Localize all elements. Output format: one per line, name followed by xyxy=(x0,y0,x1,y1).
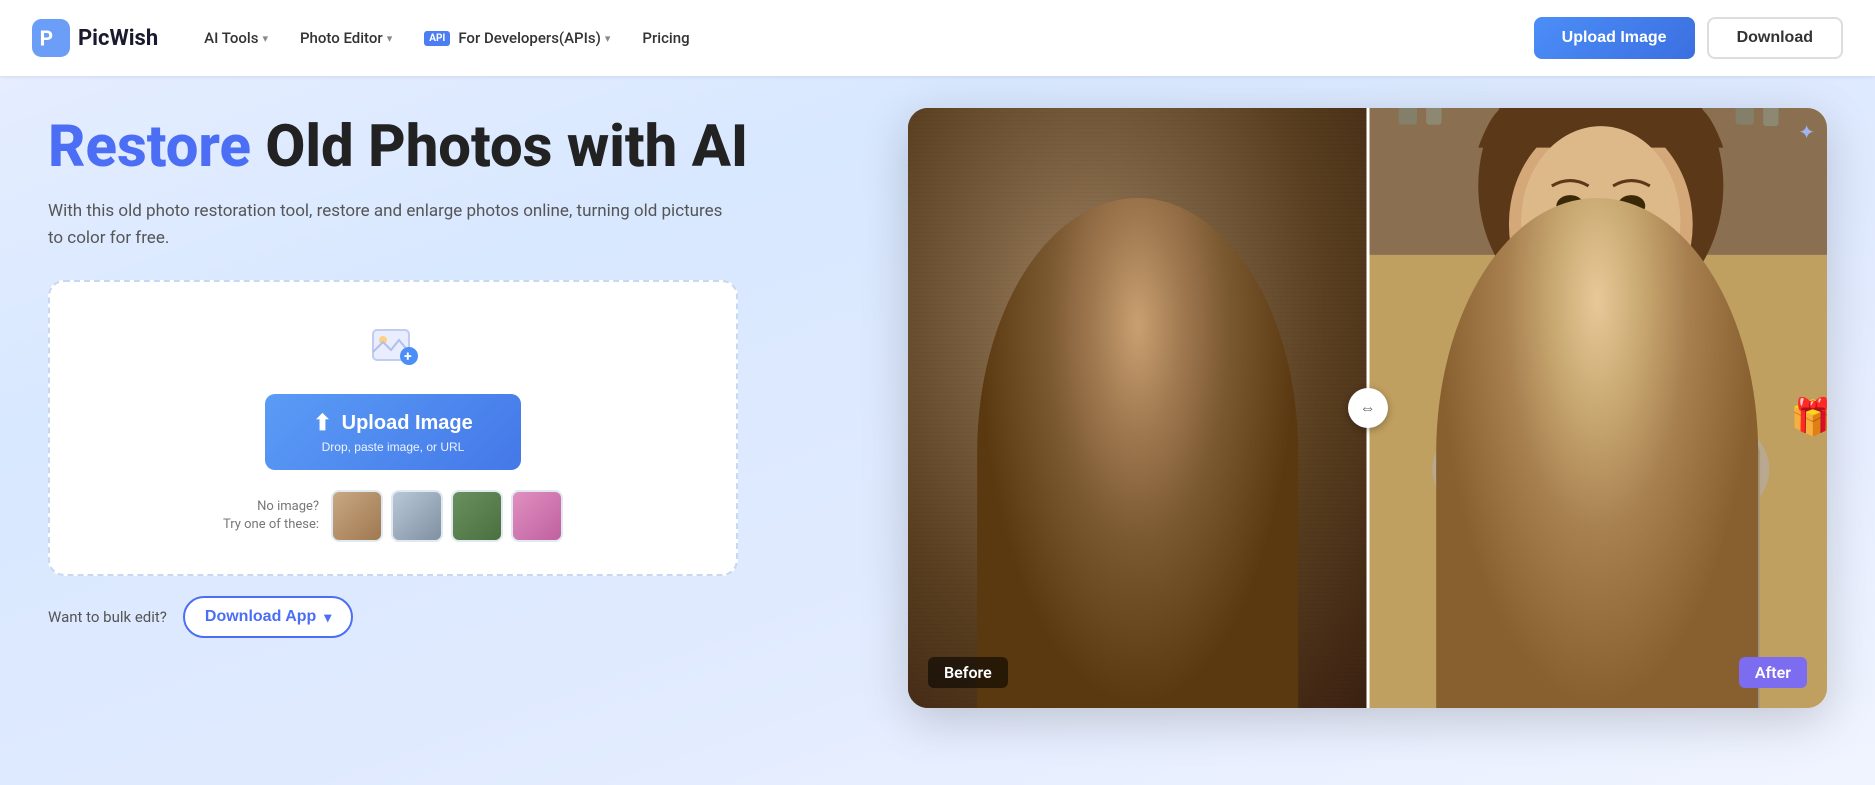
nav-items: AI Tools ▾ Photo Editor ▾ API For Develo… xyxy=(190,21,1533,55)
nav-download-button[interactable]: Download xyxy=(1707,17,1843,59)
navbar: P PicWish AI Tools ▾ Photo Editor ▾ API … xyxy=(0,0,1875,76)
sample-thumbs xyxy=(331,490,563,542)
upload-box: + ⬆ Upload Image Drop, paste image, or U… xyxy=(48,280,738,576)
api-badge: API xyxy=(424,31,450,46)
upload-icon-area: + xyxy=(365,318,421,374)
bulk-edit-label: Want to bulk edit? xyxy=(48,608,167,626)
sample-images-row: No image? Try one of these: xyxy=(223,490,563,542)
sample-thumb-4[interactable] xyxy=(511,490,563,542)
hero-subtitle: With this old photo restoration tool, re… xyxy=(48,198,728,252)
photo-editor-chevron-icon: ▾ xyxy=(387,32,393,45)
sample-thumb-1[interactable] xyxy=(331,490,383,542)
download-app-label: Download App xyxy=(205,608,316,626)
developers-chevron-icon: ▾ xyxy=(605,32,611,45)
decoration-gift: 🎁 xyxy=(1790,396,1827,438)
comparison-handle[interactable]: ⇔ xyxy=(1348,388,1388,428)
hero-title: Restore Old Photos with AI xyxy=(48,116,868,180)
upload-arrow-icon: ⬆ xyxy=(313,410,331,436)
logo-link[interactable]: P PicWish xyxy=(32,19,158,57)
sample-thumb-2[interactable] xyxy=(391,490,443,542)
before-label: Before xyxy=(928,657,1008,688)
handle-icon: ⇔ xyxy=(1360,398,1376,418)
upload-button-label: Upload Image xyxy=(342,412,473,435)
nav-photo-editor[interactable]: Photo Editor ▾ xyxy=(286,21,406,55)
photo-before xyxy=(908,108,1368,708)
hero-title-highlight: Restore xyxy=(48,113,251,181)
nav-actions: Upload Image Download xyxy=(1534,17,1843,59)
photo-after xyxy=(1368,108,1828,708)
nav-pricing[interactable]: Pricing xyxy=(628,21,703,55)
upload-photo-icon: + xyxy=(365,318,421,374)
nav-for-developers[interactable]: API For Developers(APIs) ▾ xyxy=(410,21,624,55)
upload-image-button[interactable]: ⬆ Upload Image Drop, paste image, or URL xyxy=(265,394,521,470)
brand-name: PicWish xyxy=(78,26,158,51)
left-panel: Restore Old Photos with AI With this old… xyxy=(48,108,868,638)
svg-text:P: P xyxy=(40,28,53,52)
nav-upload-image-button[interactable]: Upload Image xyxy=(1534,17,1695,59)
download-app-chevron-icon: ▾ xyxy=(324,609,331,626)
download-app-button[interactable]: Download App ▾ xyxy=(183,596,353,638)
upload-sub-label: Drop, paste image, or URL xyxy=(322,440,465,454)
photo-comparison-panel: ⇔ Before After ✦ 🎁 xyxy=(908,108,1827,708)
decoration-star: ✦ xyxy=(1798,120,1815,144)
after-label: After xyxy=(1739,657,1807,688)
sample-label: No image? Try one of these: xyxy=(223,498,319,534)
bulk-edit-row: Want to bulk edit? Download App ▾ xyxy=(48,596,868,638)
logo-icon: P xyxy=(32,19,70,57)
sample-thumb-3[interactable] xyxy=(451,490,503,542)
main-content: Restore Old Photos with AI With this old… xyxy=(0,76,1875,785)
nav-ai-tools[interactable]: AI Tools ▾ xyxy=(190,21,282,55)
hero-title-rest: Old Photos with AI xyxy=(251,113,748,181)
ai-tools-chevron-icon: ▾ xyxy=(262,32,268,45)
svg-text:+: + xyxy=(404,349,412,365)
